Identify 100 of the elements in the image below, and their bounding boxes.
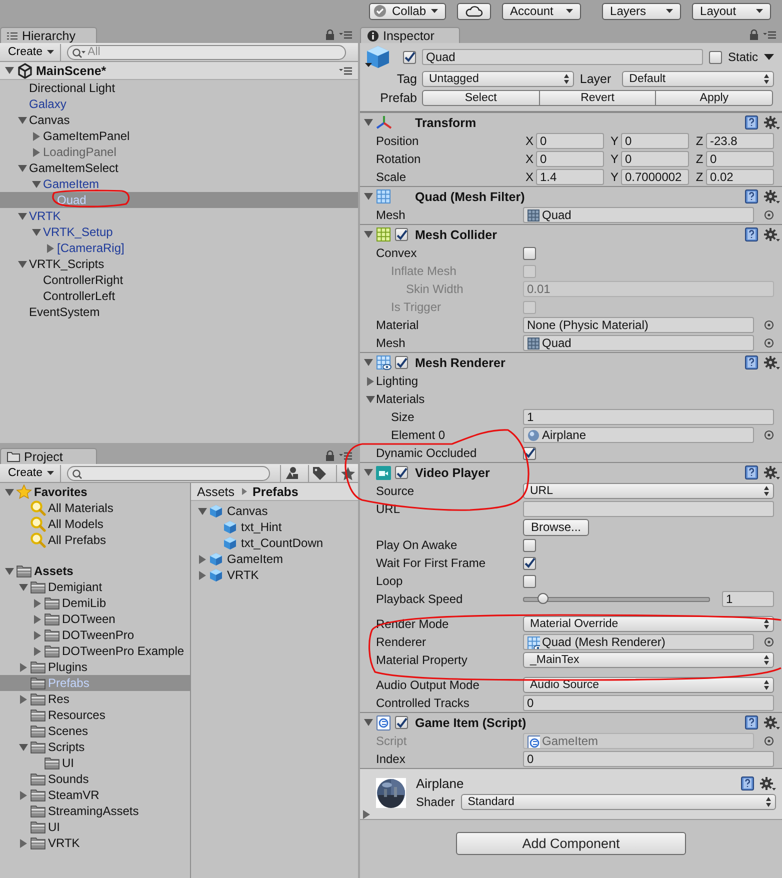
checkbox[interactable] bbox=[395, 716, 408, 729]
foldout-arrow-icon[interactable] bbox=[364, 358, 373, 367]
create-button[interactable]: Create bbox=[4, 44, 61, 60]
number-field[interactable]: 0.02 bbox=[706, 169, 774, 185]
tree-item[interactable]: GameItem bbox=[227, 552, 284, 566]
tree-item[interactable]: txt_CountDown bbox=[241, 536, 324, 550]
tree-item[interactable]: DOTweenPro bbox=[62, 628, 134, 642]
object-field[interactable]: Quad (Mesh Renderer) bbox=[523, 634, 754, 650]
dropdown[interactable]: Untagged bbox=[422, 70, 574, 86]
foldout-arrow-icon[interactable] bbox=[19, 694, 28, 704]
foldout-arrow-icon[interactable] bbox=[5, 66, 14, 75]
foldout-arrow-icon[interactable] bbox=[33, 598, 42, 608]
search-field[interactable]: All bbox=[66, 44, 346, 60]
help-icon[interactable] bbox=[744, 465, 759, 480]
lock-icon[interactable] bbox=[325, 450, 335, 461]
foldout-arrow-icon[interactable] bbox=[19, 742, 28, 752]
help-icon[interactable] bbox=[744, 355, 759, 370]
help-icon[interactable] bbox=[740, 776, 755, 791]
panel-tab[interactable]: Inspector bbox=[360, 27, 460, 43]
text-field[interactable] bbox=[523, 501, 774, 517]
tree-item[interactable]: SteamVR bbox=[48, 788, 100, 802]
tree-item[interactable]: txt_Hint bbox=[241, 520, 282, 534]
settings-icon[interactable] bbox=[764, 116, 780, 130]
tree-item[interactable]: Scenes bbox=[48, 724, 88, 738]
tree-item[interactable]: Directional Light bbox=[29, 81, 116, 95]
settings-icon[interactable] bbox=[764, 190, 780, 204]
checkbox[interactable] bbox=[395, 466, 408, 479]
tree-item[interactable]: All Models bbox=[48, 517, 104, 531]
tree-item[interactable]: Plugins bbox=[48, 660, 88, 674]
create-button[interactable]: Create bbox=[4, 464, 61, 482]
settings-icon[interactable] bbox=[760, 776, 776, 790]
checkbox[interactable] bbox=[709, 50, 722, 64]
caret-icon[interactable] bbox=[764, 54, 774, 60]
tree-item[interactable]: DemiLib bbox=[62, 596, 106, 610]
foldout-arrow-icon[interactable] bbox=[19, 582, 28, 592]
help-icon[interactable] bbox=[744, 189, 759, 204]
tree-item[interactable]: Sounds bbox=[48, 772, 89, 786]
tree-item[interactable]: Canvas bbox=[29, 113, 70, 127]
checkbox[interactable] bbox=[395, 228, 408, 241]
object-field[interactable]: Quad bbox=[523, 207, 754, 223]
breadcrumb-item[interactable]: Prefabs bbox=[252, 484, 298, 498]
tree-item[interactable]: ControllerLeft bbox=[43, 289, 116, 303]
settings-icon[interactable] bbox=[764, 716, 780, 730]
toolbar-dropdown[interactable]: Account bbox=[502, 2, 582, 20]
foldout-arrow-icon[interactable] bbox=[364, 230, 373, 239]
foldout-arrow-icon[interactable] bbox=[19, 790, 28, 800]
object-field[interactable]: None (Physic Material) bbox=[523, 317, 754, 333]
object-picker-icon[interactable] bbox=[764, 736, 774, 746]
foldout-arrow-icon[interactable] bbox=[198, 554, 207, 564]
foldout-arrow-icon[interactable] bbox=[5, 566, 14, 576]
tree-item[interactable]: UI bbox=[62, 756, 74, 770]
tree-item[interactable]: GameItem bbox=[43, 177, 100, 191]
tree-item[interactable]: VRTK bbox=[227, 568, 259, 582]
object-picker-icon[interactable] bbox=[764, 210, 774, 220]
dropdown[interactable]: Audio Source bbox=[523, 677, 774, 693]
foldout-arrow-icon[interactable] bbox=[364, 118, 373, 127]
help-icon[interactable] bbox=[744, 115, 759, 130]
foldout-arrow-icon[interactable] bbox=[33, 614, 42, 624]
dropdown[interactable]: _MainTex bbox=[523, 652, 774, 668]
tree-item[interactable]: GameItemPanel bbox=[43, 129, 130, 143]
foldout-arrow-icon[interactable] bbox=[32, 180, 41, 188]
number-field[interactable]: 0.7000002 bbox=[621, 169, 689, 185]
checkbox[interactable] bbox=[523, 538, 536, 552]
tree-item[interactable]: VRTK bbox=[48, 836, 80, 850]
menu-icon[interactable] bbox=[339, 450, 352, 460]
foldout-arrow-icon[interactable] bbox=[198, 570, 207, 580]
tree-item[interactable]: ControllerRight bbox=[43, 273, 124, 287]
tree-item[interactable]: VRTK_Scripts bbox=[29, 257, 104, 271]
foldout-arrow-icon[interactable] bbox=[46, 244, 55, 252]
number-field[interactable]: 1 bbox=[722, 591, 774, 607]
add-component-button[interactable]: Add Component bbox=[456, 832, 686, 855]
toolbar-dropdown[interactable]: Layers bbox=[602, 2, 682, 20]
foldout-arrow-icon[interactable] bbox=[364, 192, 373, 201]
prefab-button[interactable]: Apply bbox=[656, 90, 774, 106]
panel-tab[interactable]: Hierarchy bbox=[0, 27, 97, 43]
foldout-arrow-icon[interactable] bbox=[362, 810, 371, 819]
foldout-arrow-icon[interactable] bbox=[5, 488, 14, 496]
foldout-arrow-icon[interactable] bbox=[366, 376, 375, 386]
foldout-arrow-icon[interactable] bbox=[18, 164, 27, 172]
foldout-arrow-icon[interactable] bbox=[366, 394, 375, 404]
object-field[interactable]: Airplane bbox=[523, 427, 754, 443]
tree-item[interactable]: Favorites bbox=[34, 485, 88, 499]
text-field[interactable]: 0 bbox=[523, 751, 774, 767]
prefab-button[interactable]: Revert bbox=[540, 90, 656, 106]
checkbox[interactable] bbox=[395, 356, 408, 369]
search-field[interactable] bbox=[66, 466, 270, 480]
tree-item[interactable]: DOTween bbox=[62, 612, 116, 626]
foldout-arrow-icon[interactable] bbox=[364, 468, 373, 477]
tree-item[interactable]: Demigiant bbox=[48, 580, 102, 594]
tree-item[interactable]: Scripts bbox=[48, 740, 85, 754]
checkbox[interactable] bbox=[523, 246, 536, 260]
foldout-arrow-icon[interactable] bbox=[33, 630, 42, 640]
tree-item[interactable]: Assets bbox=[34, 564, 74, 578]
tree-item[interactable]: Resources bbox=[48, 708, 106, 722]
checkbox[interactable] bbox=[523, 574, 536, 588]
prefab-button[interactable]: Select bbox=[422, 90, 540, 106]
tree-item[interactable]: VRTK_Setup bbox=[43, 225, 113, 239]
number-field[interactable]: 0 bbox=[706, 151, 774, 167]
number-field[interactable]: 1.4 bbox=[536, 169, 604, 185]
foldout-arrow-icon[interactable] bbox=[32, 132, 41, 140]
